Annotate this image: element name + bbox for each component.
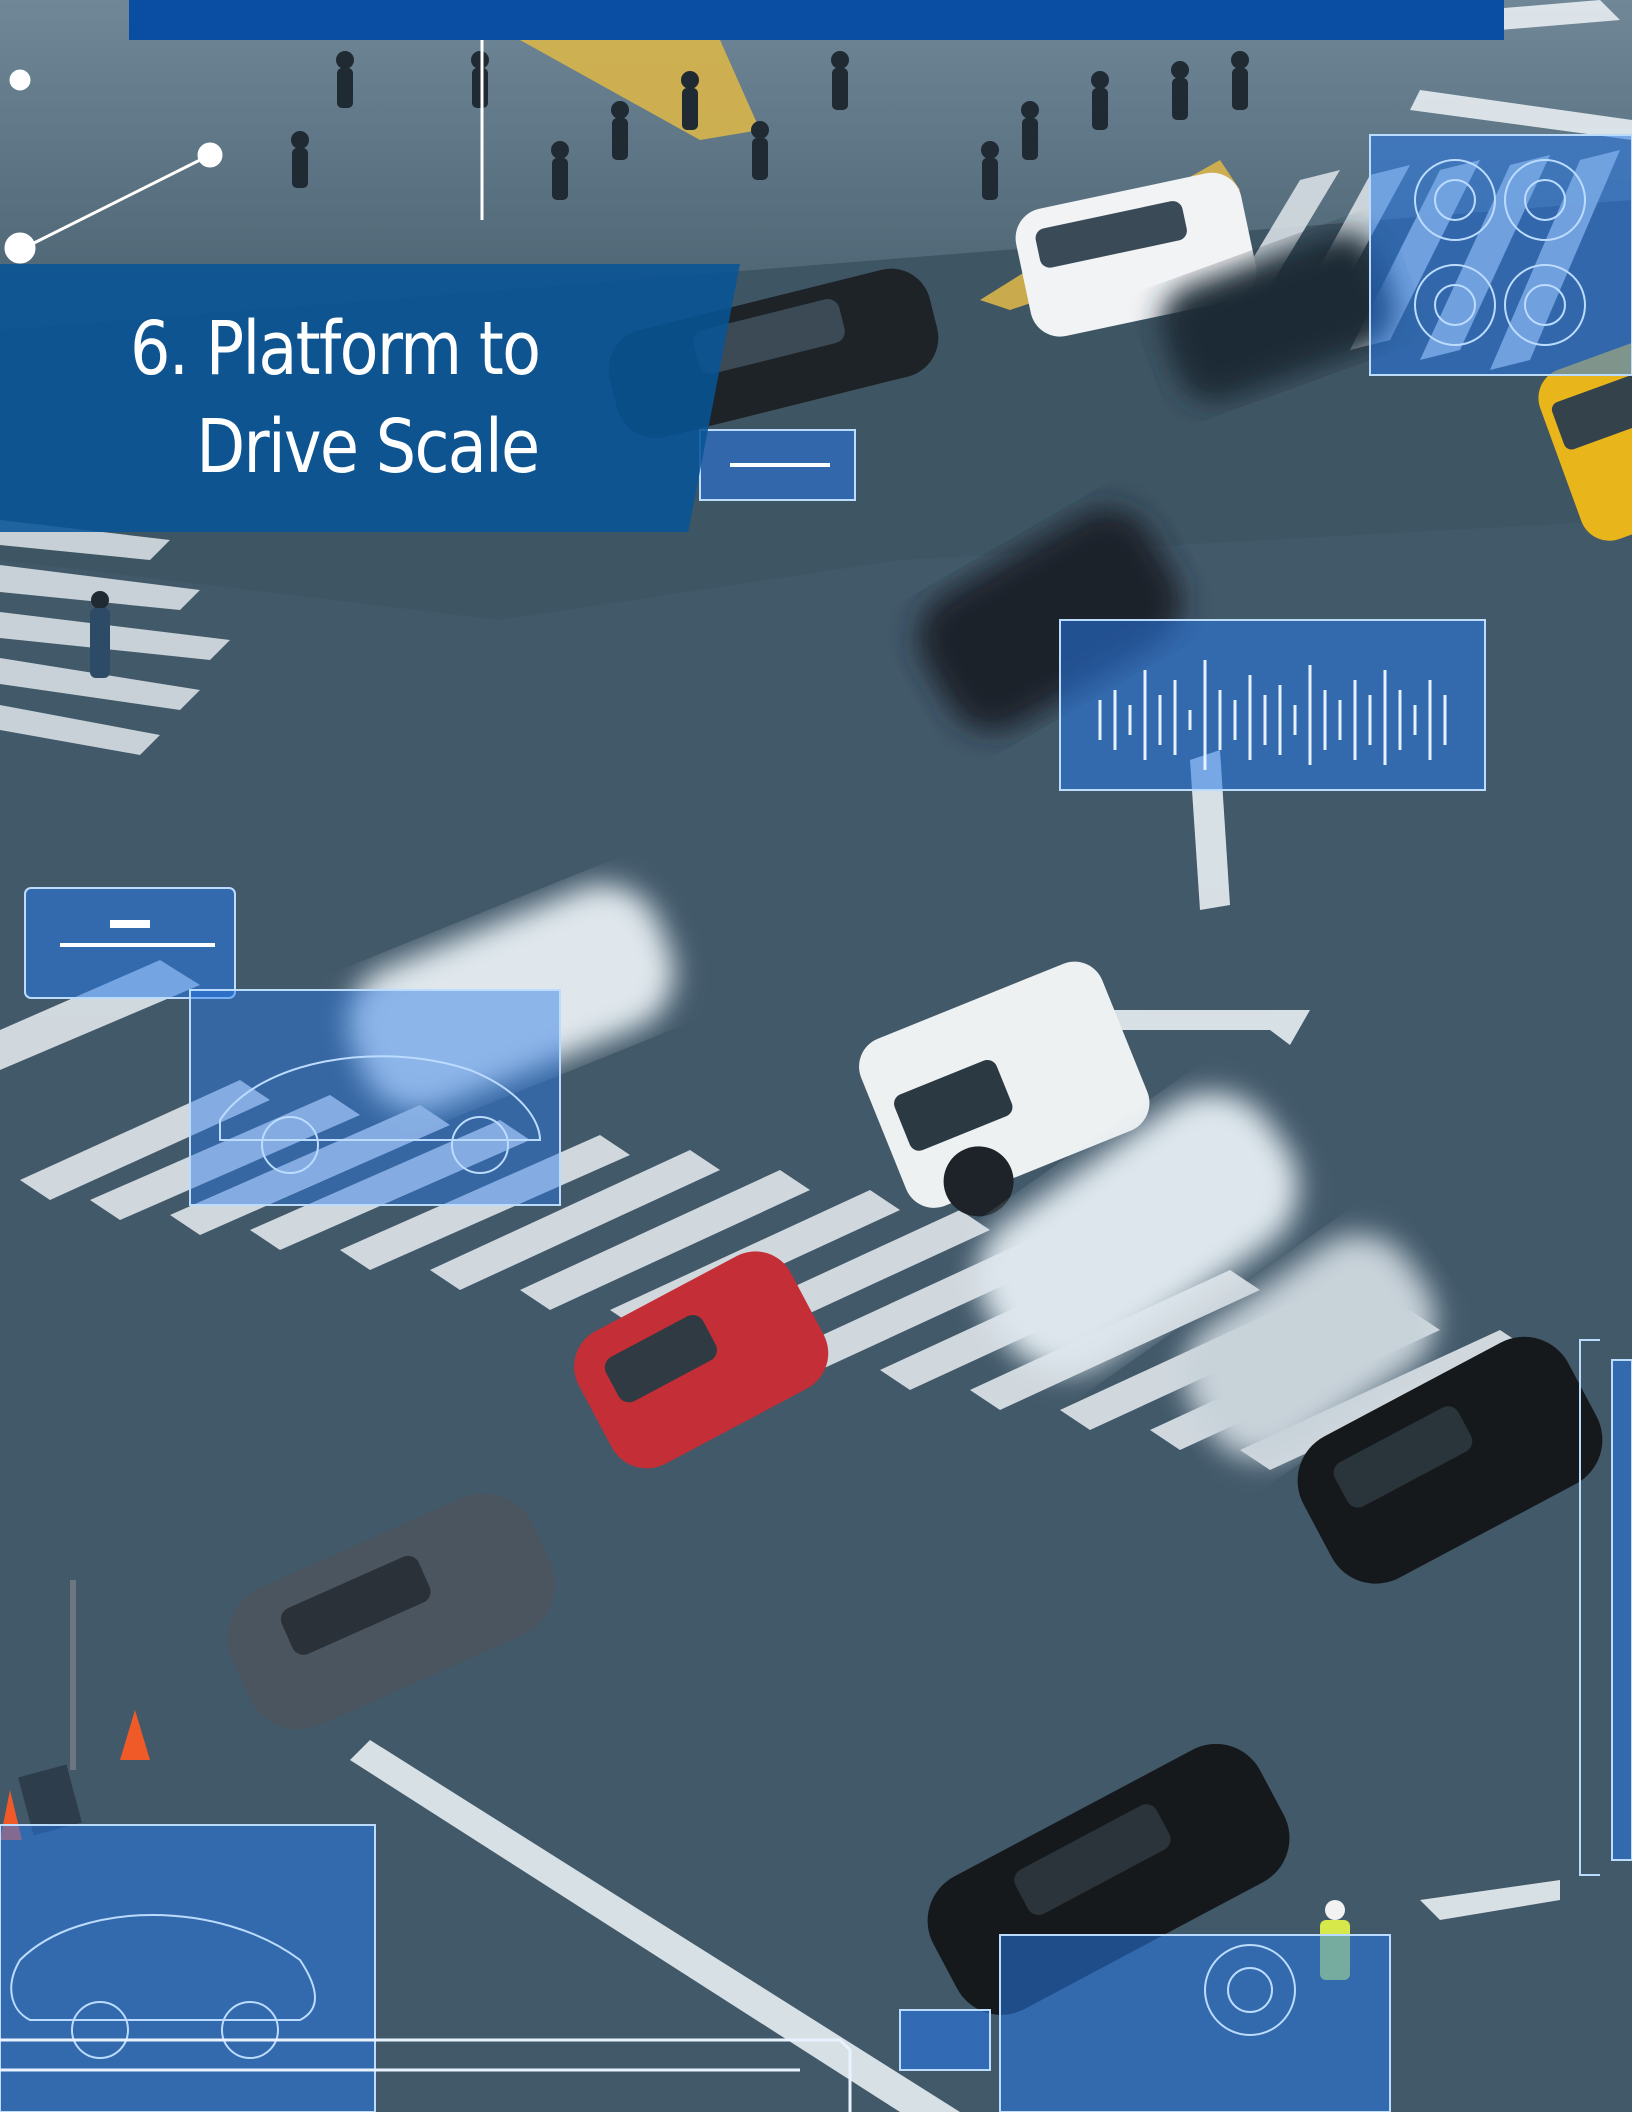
hud-waveform-panel	[1059, 619, 1486, 791]
hud-small-panel-top	[699, 429, 856, 501]
section-title-line2: Drive Scale	[196, 404, 540, 490]
hud-small-panel-left	[24, 887, 236, 999]
section-title: 6. Platform to Drive Scale	[130, 300, 541, 496]
hud-radar-panel	[1369, 134, 1632, 376]
top-accent-bar	[129, 0, 1504, 40]
section-title-line1: 6. Platform to	[130, 306, 541, 392]
hud-car-outline-panel	[189, 989, 561, 1206]
